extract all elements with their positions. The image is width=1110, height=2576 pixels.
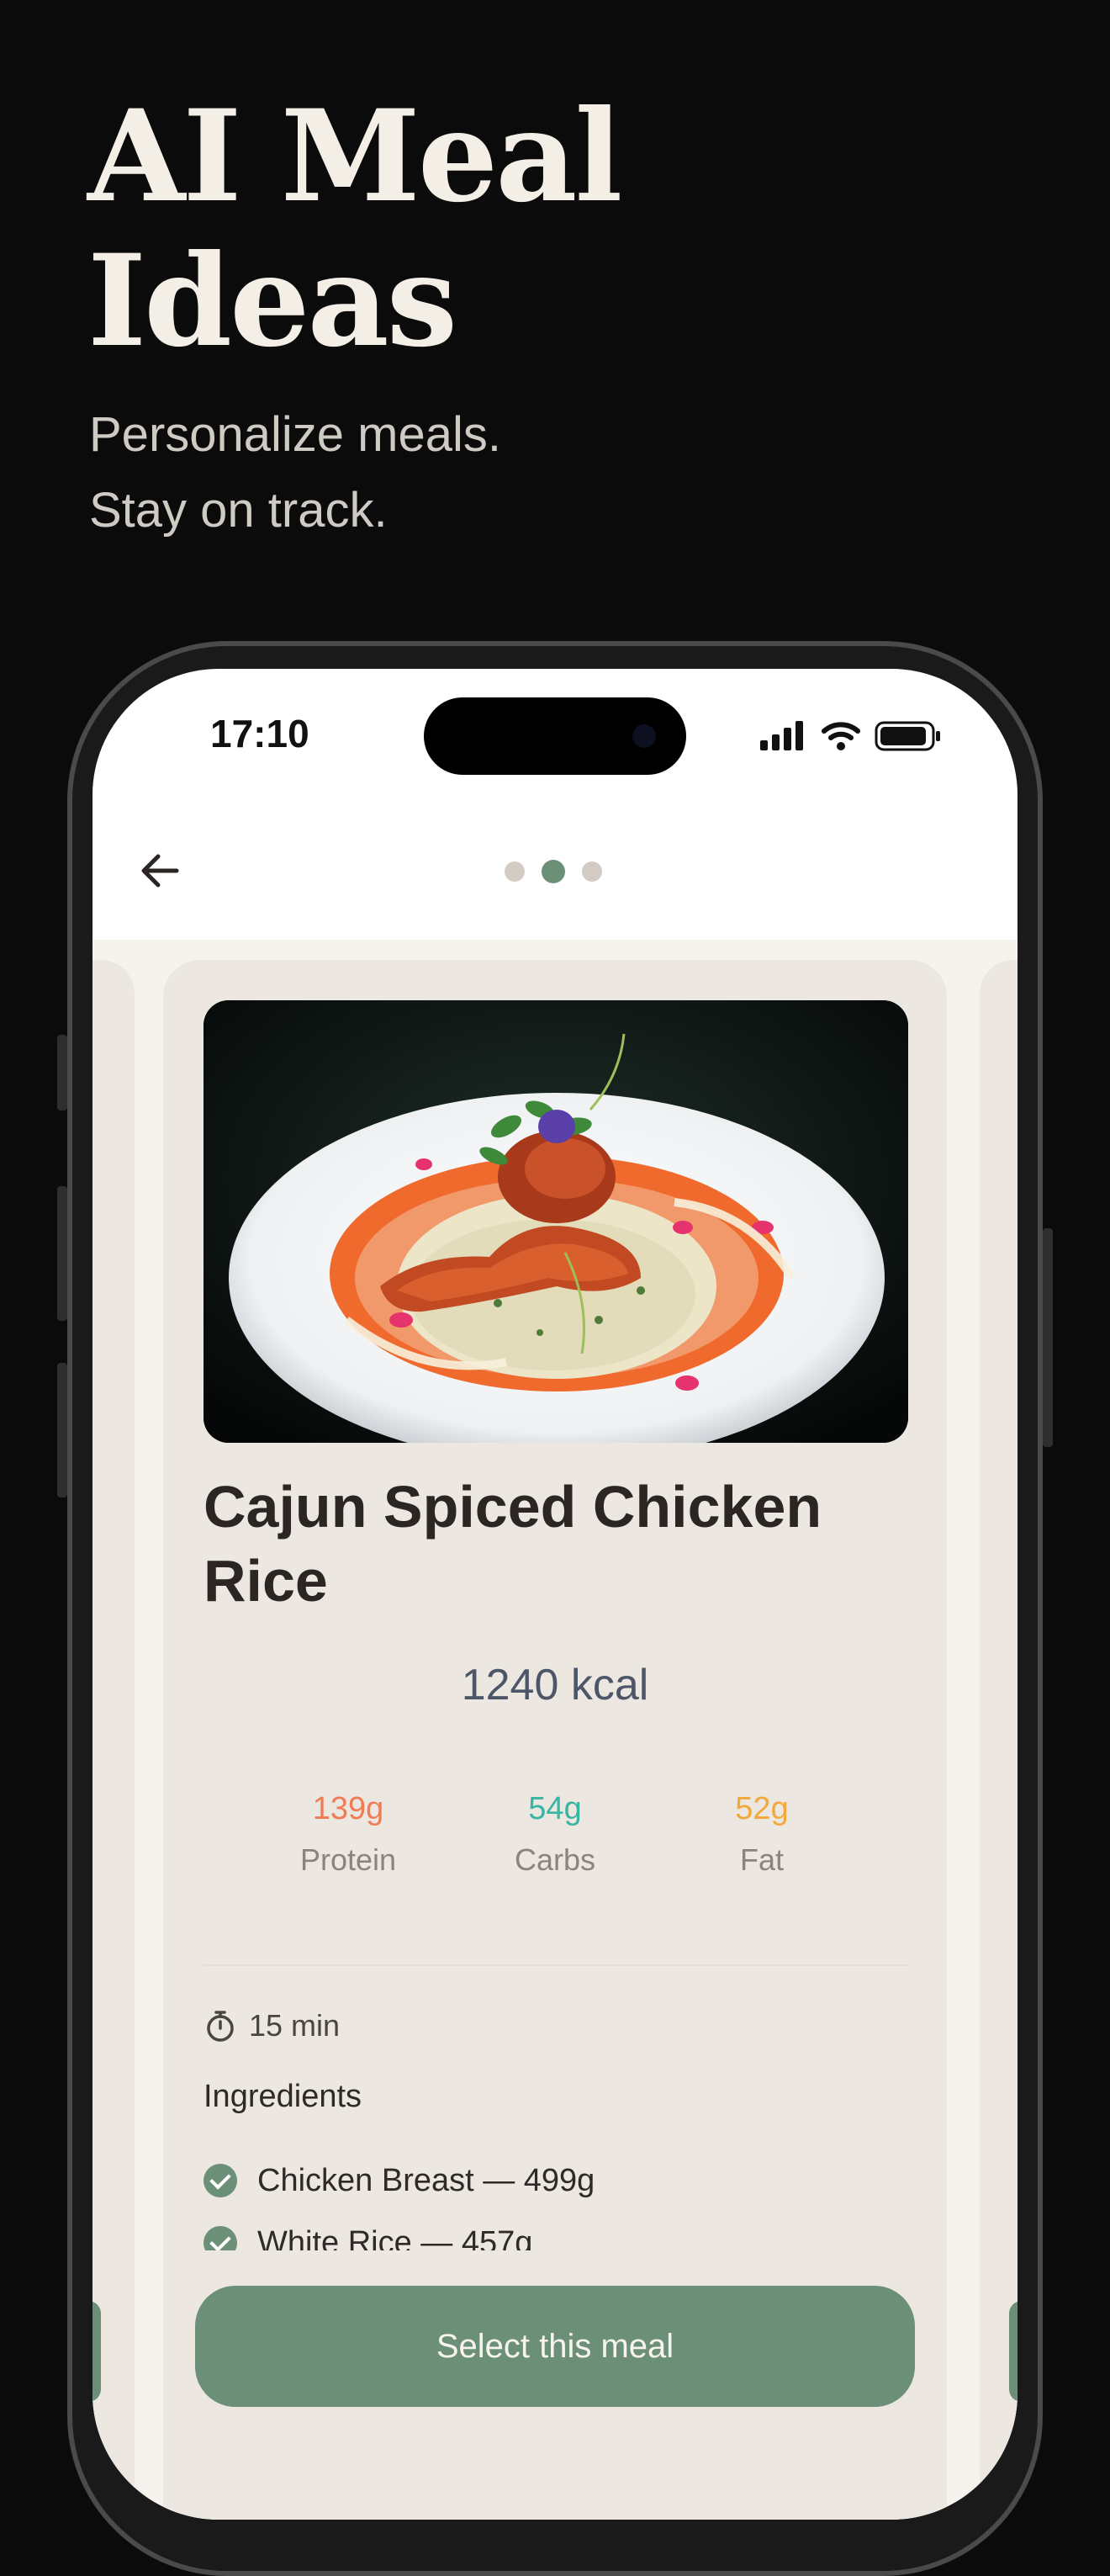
promo-subtitle: Personalize meals. Stay on track. [89,397,846,549]
status-time: 17:10 [210,712,309,755]
select-meal-button[interactable]: Select this meal [195,2286,915,2407]
ingredients-heading: Ingredients [204,2079,362,2114]
ingredient-item: Chicken Breast — 499g [204,2149,910,2212]
previous-meal-card[interactable] [92,960,135,2520]
cellular-signal-icon [760,721,803,750]
previous-card-select-button[interactable] [92,2301,101,2402]
page-dot-3 [582,861,602,882]
wifi-icon [822,722,860,750]
ingredient-item: White Rice — 457g [204,2212,910,2250]
check-circle-icon [204,2164,237,2197]
promo-title: AI Meal Ideas [87,84,844,374]
page-dot-2-active [542,860,565,883]
phone-volume-up-button [57,1186,67,1321]
ingredient-text: White Rice — 457g [257,2224,533,2251]
promo-subtitle-line-1: Personalize meals. [89,407,501,462]
phone-screen: 17:10 Cajun Spiced Chicken Rice 1240 kca… [92,669,1018,2520]
phone-volume-down-button [57,1363,67,1497]
macro-fat-label: Fat [739,1842,784,1877]
battery-icon [875,721,940,751]
dynamic-island [424,697,686,775]
prep-time: 15 min [204,2008,340,2043]
meal-calories: 1240 kcal [461,1661,649,1709]
prep-time-text: 15 min [249,2008,341,2043]
meal-title: Cajun Spiced Chicken Rice [204,1474,822,1614]
stopwatch-icon [207,2011,234,2042]
status-icons [758,719,942,753]
phone-power-button [1043,1228,1053,1447]
next-meal-card[interactable] [980,960,1018,2520]
promo-title-text: AI Meal Ideas [87,82,622,375]
next-card-select-button[interactable] [1009,2301,1018,2402]
macro-fat-value: 52g [735,1791,789,1826]
section-divider [204,1964,908,1966]
ingredient-text: Chicken Breast — 499g [257,2162,595,2198]
meal-photo [204,1000,908,1443]
back-arrow-icon[interactable] [133,844,187,898]
check-circle-icon [204,2226,237,2250]
page-dot-1 [505,861,525,882]
phone-action-button [57,1035,67,1110]
ingredients-list: Chicken Breast — 499g White Rice — 457g [204,2149,910,2250]
macro-fat: 52g Fat [636,1791,888,1878]
page-indicator [505,860,602,883]
promo-subtitle-line-2: Stay on track. [89,483,388,538]
